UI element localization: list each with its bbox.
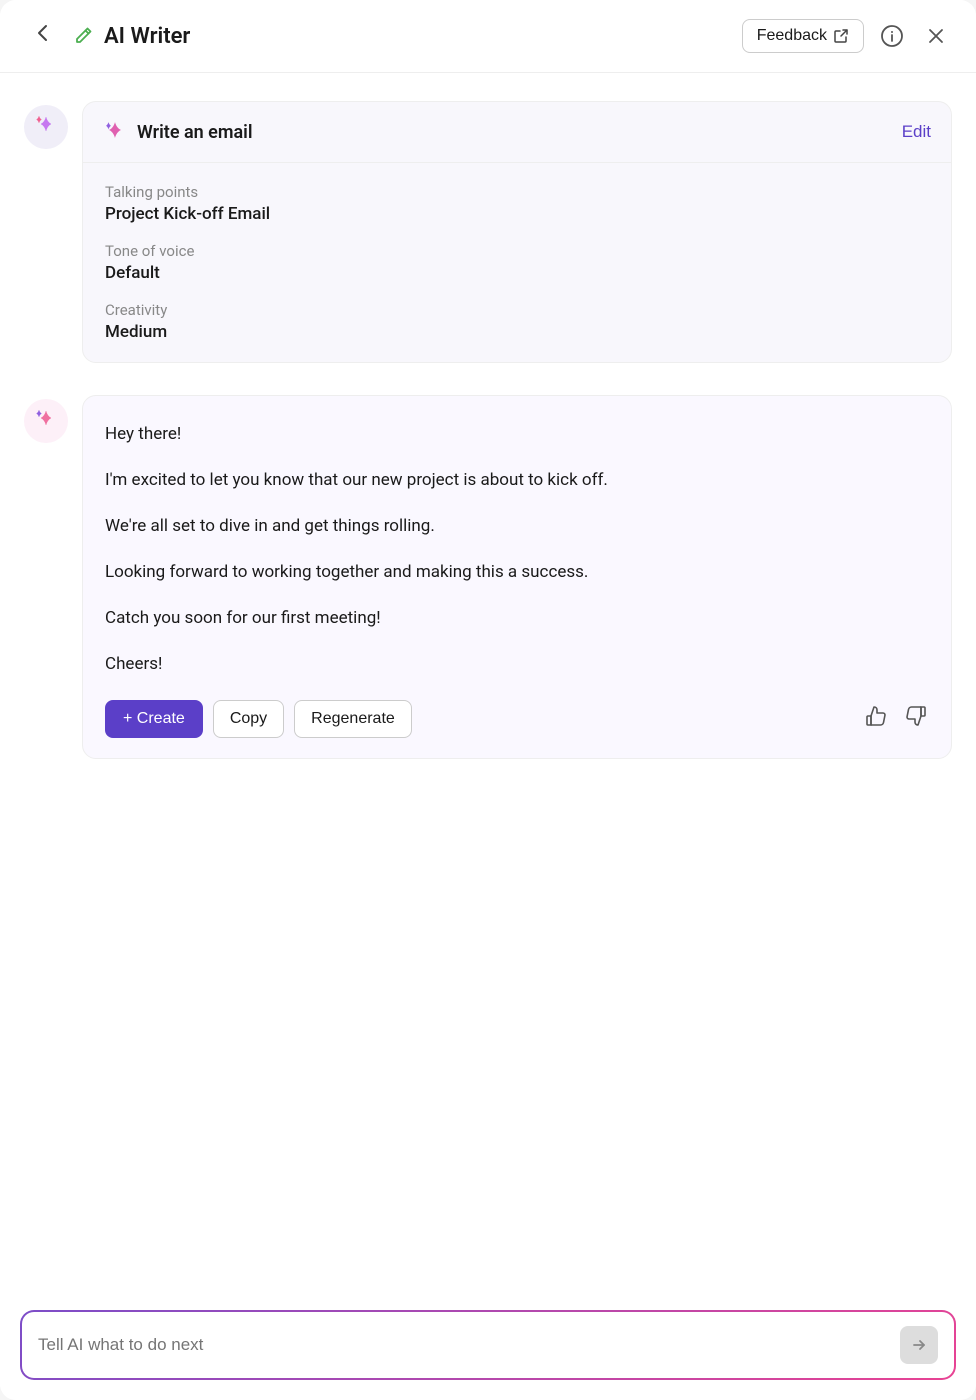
tone-label: Tone of voice (105, 242, 929, 260)
header-left: AI Writer (24, 18, 190, 54)
response-p5: Catch you soon for our first meeting! (105, 604, 929, 632)
input-outer (20, 1310, 956, 1380)
response-p6: Cheers! (105, 650, 929, 678)
input-bar (0, 1294, 976, 1400)
app-container: AI Writer Feedback (0, 0, 976, 1400)
send-icon (910, 1336, 928, 1354)
page-title: AI Writer (104, 24, 190, 49)
prompt-card-header: Write an email Edit (83, 102, 951, 163)
create-button[interactable]: + Create (105, 700, 203, 738)
response-card: Hey there! I'm excited to let you know t… (82, 395, 952, 759)
creativity-value: Medium (105, 322, 929, 342)
thumbs-down-icon (903, 703, 929, 729)
sparkle-icon-prompt (103, 120, 127, 144)
response-card-wrapper: Hey there! I'm excited to let you know t… (24, 395, 952, 759)
response-actions-right (863, 703, 929, 735)
header: AI Writer Feedback (0, 0, 976, 73)
header-right: Feedback (742, 19, 952, 53)
external-link-icon (833, 28, 849, 44)
talking-points-value: Project Kick-off Email (105, 204, 929, 224)
talking-points-label: Talking points (105, 183, 929, 201)
thumbs-up-icon (863, 703, 889, 729)
prompt-card-body: Talking points Project Kick-off Email To… (83, 163, 951, 362)
pencil-icon (72, 25, 94, 47)
feedback-label: Feedback (757, 27, 827, 45)
tone-value: Default (105, 263, 929, 283)
copy-button[interactable]: Copy (213, 700, 284, 738)
back-icon (32, 22, 54, 44)
close-icon (924, 24, 948, 48)
ai-avatar-prompt (24, 105, 68, 149)
prompt-card: Write an email Edit Talking points Proje… (82, 101, 952, 363)
sparkle-icon-response (33, 408, 59, 434)
response-p1: Hey there! (105, 420, 929, 448)
prompt-field-tone: Tone of voice Default (105, 242, 929, 283)
back-button[interactable] (24, 18, 62, 54)
prompt-field-talking-points: Talking points Project Kick-off Email (105, 183, 929, 224)
response-p3: We're all set to dive in and get things … (105, 512, 929, 540)
prompt-field-creativity: Creativity Medium (105, 301, 929, 342)
info-button[interactable] (876, 20, 908, 52)
prompt-card-wrapper: Write an email Edit Talking points Proje… (24, 101, 952, 363)
ai-avatar-response (24, 399, 68, 443)
edit-button[interactable]: Edit (902, 122, 931, 142)
thumbs-up-button[interactable] (863, 703, 889, 735)
regenerate-button[interactable]: Regenerate (294, 700, 412, 738)
prompt-card-title: Write an email (137, 122, 253, 143)
response-text: Hey there! I'm excited to let you know t… (105, 420, 929, 678)
sparkle-icon-small (33, 114, 59, 140)
ai-input[interactable] (38, 1335, 890, 1355)
creativity-label: Creativity (105, 301, 929, 319)
info-icon (880, 24, 904, 48)
response-p2: I'm excited to let you know that our new… (105, 466, 929, 494)
close-button[interactable] (920, 20, 952, 52)
response-actions: + Create Copy Regenerate (105, 700, 929, 738)
main-content: Write an email Edit Talking points Proje… (0, 73, 976, 1294)
prompt-card-title-row: Write an email (103, 120, 253, 144)
send-button[interactable] (900, 1326, 938, 1364)
response-actions-left: + Create Copy Regenerate (105, 700, 412, 738)
response-p4: Looking forward to working together and … (105, 558, 929, 586)
feedback-button[interactable]: Feedback (742, 19, 864, 53)
input-inner (22, 1312, 954, 1378)
thumbs-down-button[interactable] (903, 703, 929, 735)
